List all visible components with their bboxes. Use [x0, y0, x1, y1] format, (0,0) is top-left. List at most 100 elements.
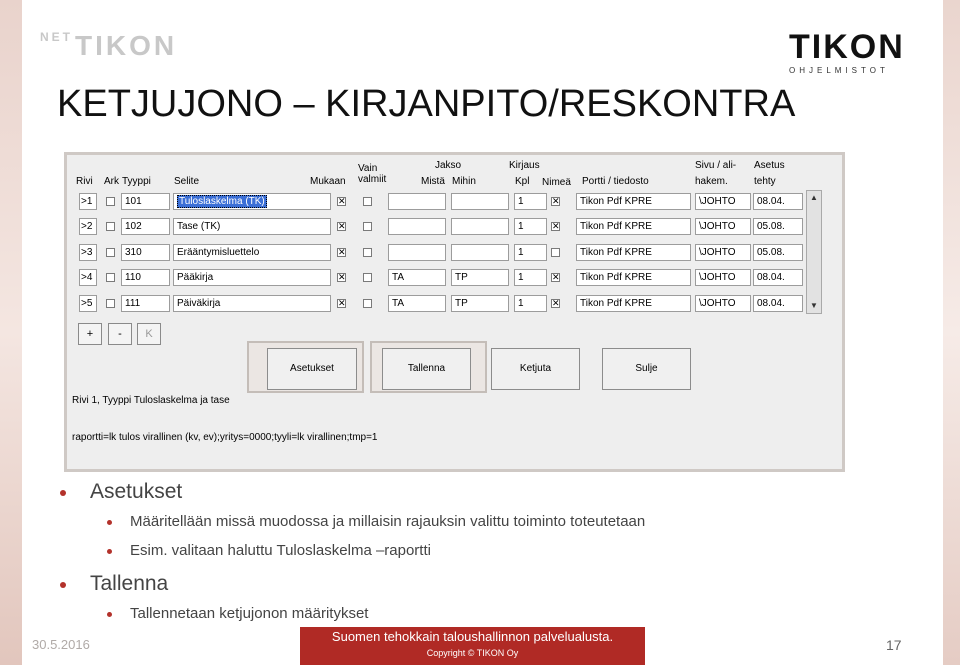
mihin-field[interactable]: [451, 193, 509, 210]
ark-checkbox[interactable]: [106, 248, 115, 257]
mukaan-checkbox[interactable]: ✕: [337, 299, 346, 308]
vain-valmiit-checkbox[interactable]: [363, 222, 372, 231]
add-row-button[interactable]: +: [78, 323, 102, 345]
selite-field[interactable]: Tuloslaskelma (TK): [173, 193, 331, 210]
remove-row-button[interactable]: -: [108, 323, 132, 345]
nimea-checkbox[interactable]: [551, 248, 560, 257]
header-selite: Selite: [174, 176, 200, 187]
hakem-field[interactable]: \JOHTO: [695, 244, 751, 261]
kpl-field[interactable]: 1: [514, 218, 547, 235]
vain-valmiit-checkbox[interactable]: [363, 248, 372, 257]
tyyppi-field[interactable]: 101: [121, 193, 170, 210]
header-mihin: Mihin: [452, 176, 476, 187]
ketjuta-button[interactable]: Ketjuta: [491, 348, 580, 390]
mista-field[interactable]: [388, 218, 446, 235]
tikon-logo-text: TIKON: [789, 28, 905, 66]
sulje-button[interactable]: Sulje: [602, 348, 691, 390]
bullet-text: Määritellään missä muodossa ja millaisin…: [130, 513, 646, 530]
tyyppi-field[interactable]: 110: [121, 269, 170, 286]
hakem-field[interactable]: \JOHTO: [695, 218, 751, 235]
vain-valmiit-checkbox[interactable]: [363, 197, 372, 206]
header-ark: Ark: [104, 176, 119, 187]
tehty-field[interactable]: 08.04.: [753, 193, 803, 210]
kpl-field[interactable]: 1: [514, 193, 547, 210]
portti-field[interactable]: Tikon Pdf KPRE: [576, 193, 691, 210]
ark-checkbox[interactable]: [106, 273, 115, 282]
background-right: [943, 0, 960, 665]
ark-checkbox[interactable]: [106, 197, 115, 206]
portti-field[interactable]: Tikon Pdf KPRE: [576, 218, 691, 235]
portti-field[interactable]: Tikon Pdf KPRE: [576, 269, 691, 286]
mista-field[interactable]: TA: [388, 295, 446, 312]
k-button[interactable]: K: [137, 323, 161, 345]
hakem-field[interactable]: \JOHTO: [695, 269, 751, 286]
header-mista: Mistä: [421, 176, 445, 187]
tyyppi-field[interactable]: 111: [121, 295, 170, 312]
nimea-checkbox[interactable]: ✕: [551, 299, 560, 308]
header-valmiit: valmiit: [358, 174, 387, 185]
tallenna-button[interactable]: Tallenna: [382, 348, 471, 390]
tyyppi-field[interactable]: 102: [121, 218, 170, 235]
bullet-text: Tallennetaan ketjujonon määritykset: [130, 605, 369, 622]
mukaan-checkbox[interactable]: ✕: [337, 248, 346, 257]
row-number[interactable]: >5: [79, 295, 97, 312]
chain-queue-window: Vain valmiit Jakso Kirjaus Sivu / ali- h…: [64, 152, 845, 472]
bullet-icon: [107, 520, 112, 525]
header-kirjaus: Kirjaus: [509, 160, 540, 171]
selite-field[interactable]: Päiväkirja: [173, 295, 331, 312]
footer-date: 30.5.2016: [32, 637, 90, 652]
tehty-field[interactable]: 08.04.: [753, 295, 803, 312]
mista-field[interactable]: [388, 193, 446, 210]
mista-field[interactable]: [388, 244, 446, 261]
kpl-field[interactable]: 1: [514, 295, 547, 312]
rows-scrollbar[interactable]: ▲ ▼: [806, 190, 822, 314]
mista-field[interactable]: TA: [388, 269, 446, 286]
row-number[interactable]: >3: [79, 244, 97, 261]
row-number[interactable]: >1: [79, 193, 97, 210]
nimea-checkbox[interactable]: ✕: [551, 197, 560, 206]
selite-field[interactable]: Tase (TK): [173, 218, 331, 235]
mukaan-checkbox[interactable]: ✕: [337, 222, 346, 231]
header-tyyppi: Tyyppi: [122, 176, 151, 187]
page-number: 17: [886, 637, 902, 653]
mihin-field[interactable]: [451, 218, 509, 235]
bullet-asetukset: Asetukset: [90, 480, 183, 503]
kpl-field[interactable]: 1: [514, 244, 547, 261]
header-hakem: hakem.: [695, 176, 728, 187]
nimea-checkbox[interactable]: ✕: [551, 222, 560, 231]
nimea-checkbox[interactable]: ✕: [551, 273, 560, 282]
kpl-field[interactable]: 1: [514, 269, 547, 286]
mukaan-checkbox[interactable]: ✕: [337, 273, 346, 282]
portti-field[interactable]: Tikon Pdf KPRE: [576, 295, 691, 312]
tehty-field[interactable]: 08.04.: [753, 269, 803, 286]
tehty-field[interactable]: 05.08.: [753, 218, 803, 235]
mihin-field[interactable]: TP: [451, 269, 509, 286]
mukaan-checkbox[interactable]: ✕: [337, 197, 346, 206]
bullet-icon: [60, 582, 66, 588]
mihin-field[interactable]: [451, 244, 509, 261]
bullet-icon: [107, 612, 112, 617]
selite-field[interactable]: Pääkirja: [173, 269, 331, 286]
ark-checkbox[interactable]: [106, 222, 115, 231]
vain-valmiit-checkbox[interactable]: [363, 273, 372, 282]
tyyppi-field[interactable]: 310: [121, 244, 170, 261]
tehty-field[interactable]: 05.08.: [753, 244, 803, 261]
hakem-field[interactable]: \JOHTO: [695, 295, 751, 312]
ark-checkbox[interactable]: [106, 299, 115, 308]
scroll-up-icon[interactable]: ▲: [807, 191, 821, 205]
portti-field[interactable]: Tikon Pdf KPRE: [576, 244, 691, 261]
header-mukaan: Mukaan: [310, 176, 346, 187]
row-number[interactable]: >4: [79, 269, 97, 286]
mihin-field[interactable]: TP: [451, 295, 509, 312]
vain-valmiit-checkbox[interactable]: [363, 299, 372, 308]
hakem-field[interactable]: \JOHTO: [695, 193, 751, 210]
selite-field[interactable]: Erääntymisluettelo: [173, 244, 331, 261]
row-number[interactable]: >2: [79, 218, 97, 235]
status-report-params: raportti=lk tulos virallinen (kv, ev);yr…: [72, 432, 378, 443]
scroll-down-icon[interactable]: ▼: [807, 299, 821, 313]
bullet-icon: [107, 549, 112, 554]
slide-title: KETJUJONO – KIRJANPITO/RESKONTRA: [57, 83, 796, 125]
asetukset-button[interactable]: Asetukset: [267, 348, 357, 390]
status-row-info: Rivi 1, Tyyppi Tuloslaskelma ja tase: [72, 395, 230, 406]
footer-banner: Suomen tehokkain taloushallinnon palvelu…: [300, 627, 645, 665]
